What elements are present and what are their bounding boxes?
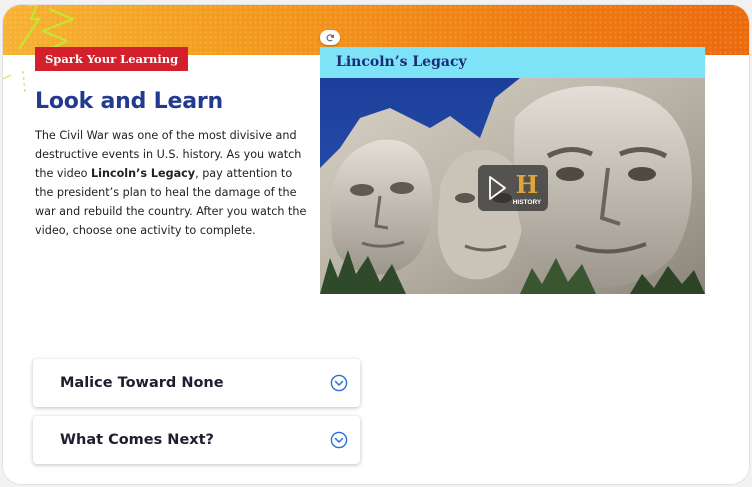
history-logo: H HISTORY	[513, 170, 542, 206]
video-title-inline: Lincoln’s Legacy	[91, 167, 196, 180]
page-title: Look and Learn	[35, 89, 223, 114]
video-title: Lincoln’s Legacy	[320, 47, 705, 78]
lesson-card: Spark Your Learning Look and Learn The C…	[3, 5, 749, 484]
play-button[interactable]: H HISTORY	[478, 165, 548, 211]
chevron-down-circle-icon	[330, 374, 348, 392]
video-player[interactable]: Lincoln’s Legacy H HISTORY	[320, 47, 705, 294]
section-tag: Spark Your Learning	[35, 47, 189, 71]
refresh-button[interactable]	[320, 30, 340, 45]
accordion-label: What Comes Next?	[60, 432, 214, 448]
intro-paragraph: The Civil War was one of the most divisi…	[35, 129, 307, 237]
accordion-malice-toward-none[interactable]: Malice Toward None	[33, 359, 360, 407]
refresh-icon	[326, 33, 335, 41]
accordion-label: Malice Toward None	[60, 375, 224, 391]
chevron-down-circle-icon	[330, 431, 348, 449]
accordion-what-comes-next[interactable]: What Comes Next?	[33, 416, 360, 464]
svg-text:HISTORY: HISTORY	[513, 199, 542, 206]
svg-text:H: H	[516, 170, 539, 199]
